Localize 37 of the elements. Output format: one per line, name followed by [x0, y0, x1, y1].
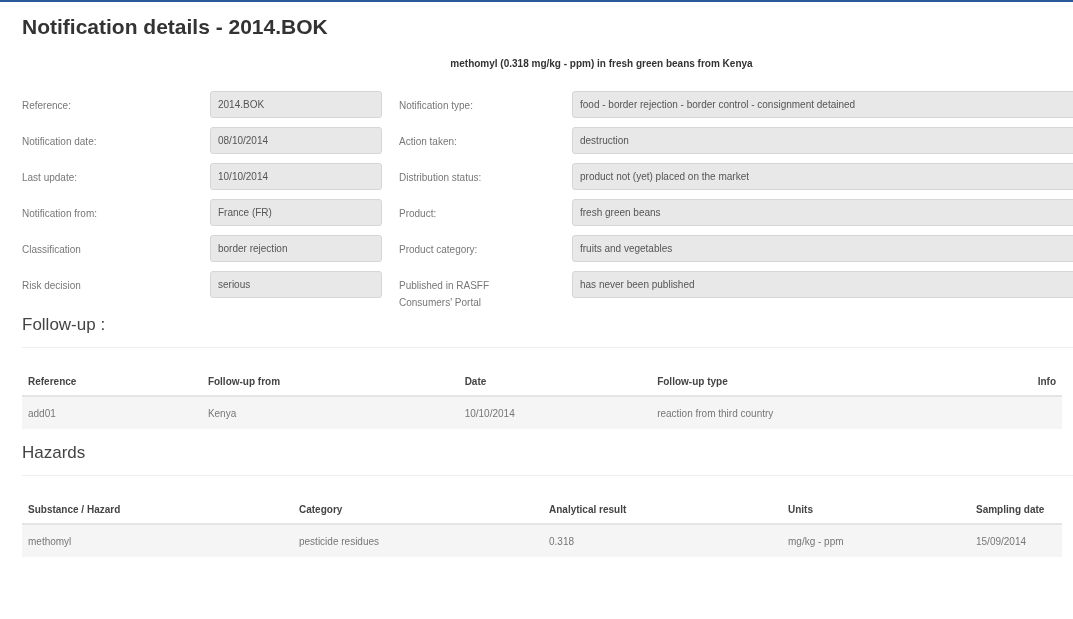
field-label: Product category: — [398, 243, 479, 257]
field-label: Published in RASFF Consumers' Portal — [398, 279, 491, 310]
table-cell: Kenya — [201, 396, 459, 429]
value-field: destruction — [572, 127, 1073, 154]
value-field: 10/10/2014 — [210, 163, 382, 190]
value-field: 08/10/2014 — [210, 127, 382, 154]
value-field: fruits and vegetables — [572, 235, 1073, 262]
table-cell: add01 — [22, 396, 202, 429]
field-label: Last update: — [22, 171, 79, 185]
table-cell: 15/09/2014 — [970, 524, 1062, 557]
value-field: 2014.BOK — [210, 91, 382, 118]
field-label: Notification type: — [398, 99, 474, 113]
field-label: Reference: — [22, 99, 72, 113]
value-field: has never been published — [572, 271, 1073, 298]
table-cell: reaction from third country — [651, 396, 1032, 429]
table-cell: mg/kg - ppm — [782, 524, 970, 557]
section-heading: Follow-up : — [22, 315, 107, 335]
notification-subject: methomyl (0.318 mg/kg - ppm) in fresh green beans from Kenya — [449, 58, 754, 69]
table-cell: 0.318 — [543, 524, 782, 557]
value-field: serious — [210, 271, 382, 298]
field-label: Distribution status: — [398, 171, 483, 185]
value-field: food - border rejection - border control - consignment detained — [572, 91, 1073, 118]
value-field: product not (yet) placed on the market — [572, 163, 1073, 190]
table-cell: 10/10/2014 — [458, 396, 652, 429]
field-label: Classification — [22, 243, 82, 257]
value-field: border rejection — [210, 235, 382, 262]
field-label: Action taken: — [398, 135, 458, 149]
value-field: France (FR) — [210, 199, 382, 226]
field-label: Risk decision — [22, 279, 82, 293]
section-heading: Hazards — [22, 443, 87, 463]
table-cell: methomyl — [22, 524, 293, 557]
table-cell: pesticide residues — [293, 524, 543, 557]
field-label: Notification date: — [22, 135, 98, 149]
field-label: Product: — [398, 207, 438, 221]
field-label: Notification from: — [22, 207, 99, 221]
page-title: Notification details - 2014.BOK — [22, 15, 329, 39]
value-field: fresh green beans — [572, 199, 1073, 226]
